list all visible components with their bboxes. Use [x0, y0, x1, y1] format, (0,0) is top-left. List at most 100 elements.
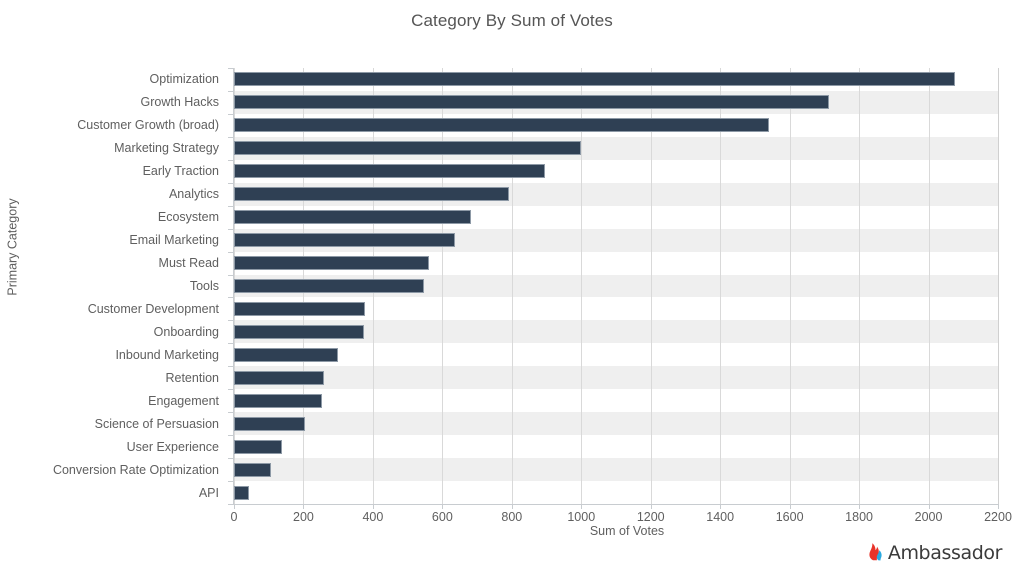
gridline — [790, 68, 791, 504]
y-axis-tick-label: Growth Hacks — [0, 95, 227, 109]
y-axis-tick-mark — [228, 206, 233, 207]
x-axis-tick-label: 1400 — [706, 510, 734, 524]
y-axis-tick-mark — [228, 275, 233, 276]
chart-container: Category By Sum of Votes Primary Categor… — [0, 0, 1024, 576]
y-axis-tick-label: Retention — [0, 371, 227, 385]
y-axis-tick-mark — [228, 343, 233, 344]
y-axis-tick-mark — [228, 252, 233, 253]
y-axis-tick-label: Science of Persuasion — [0, 417, 227, 431]
x-axis-tick-mark — [929, 504, 930, 509]
y-axis-tick-label: Must Read — [0, 256, 227, 270]
y-axis-tick-label: Engagement — [0, 394, 227, 408]
y-axis-tick-label: Analytics — [0, 187, 227, 201]
y-axis-tick-label: Early Traction — [0, 164, 227, 178]
x-axis-title: Sum of Votes — [0, 524, 1024, 538]
bar[interactable] — [234, 118, 769, 132]
gridline — [929, 68, 930, 504]
x-axis-tick-mark — [859, 504, 860, 509]
y-axis-tick-mark — [228, 481, 233, 482]
y-axis-tick-label: Email Marketing — [0, 233, 227, 247]
x-axis-tick-mark — [651, 504, 652, 509]
plot-area — [234, 68, 998, 504]
x-axis-tick-label: 1200 — [637, 510, 665, 524]
flame-icon — [868, 540, 885, 566]
x-axis-tick-label: 1600 — [776, 510, 804, 524]
y-axis-tick-mark — [228, 137, 233, 138]
x-axis-tick-label: 2000 — [915, 510, 943, 524]
bar[interactable] — [234, 348, 338, 362]
y-axis-tick-label: API — [0, 486, 227, 500]
y-axis-tick-mark — [228, 412, 233, 413]
chart-title: Category By Sum of Votes — [0, 11, 1024, 31]
bar[interactable] — [234, 279, 424, 293]
x-axis-tick-label: 400 — [362, 510, 383, 524]
x-axis-tick-mark — [581, 504, 582, 509]
bar[interactable] — [234, 95, 829, 109]
bar[interactable] — [234, 256, 429, 270]
y-axis-tick-mark — [228, 320, 233, 321]
ambassador-logo: Ambassador — [868, 540, 1002, 566]
gridline — [581, 68, 582, 504]
row-band — [234, 412, 998, 435]
bar[interactable] — [234, 164, 545, 178]
x-axis-tick-label: 2200 — [984, 510, 1012, 524]
y-axis-tick-mark — [228, 160, 233, 161]
bar[interactable] — [234, 187, 509, 201]
y-axis-line — [233, 68, 234, 504]
bar[interactable] — [234, 72, 955, 86]
x-axis-tick-mark — [998, 504, 999, 509]
gridline — [651, 68, 652, 504]
y-axis-tick-label: Inbound Marketing — [0, 348, 227, 362]
bar[interactable] — [234, 417, 305, 431]
bar[interactable] — [234, 440, 282, 454]
bar[interactable] — [234, 463, 271, 477]
y-axis-tick-label: Tools — [0, 279, 227, 293]
gridline — [512, 68, 513, 504]
y-axis-tick-mark — [228, 229, 233, 230]
row-band — [234, 458, 998, 481]
y-axis-tick-mark — [228, 91, 233, 92]
gridline — [720, 68, 721, 504]
y-axis-tick-label: Ecosystem — [0, 210, 227, 224]
y-axis-tick-label: User Experience — [0, 440, 227, 454]
bar[interactable] — [234, 394, 322, 408]
y-axis-tick-mark — [228, 297, 233, 298]
y-axis-tick-mark — [228, 68, 233, 69]
y-axis-tick-label: Marketing Strategy — [0, 141, 227, 155]
gridline — [859, 68, 860, 504]
y-axis-tick-mark — [228, 435, 233, 436]
y-axis-tick-mark — [228, 458, 233, 459]
x-axis-tick-label: 1000 — [567, 510, 595, 524]
x-axis-tick-label: 1800 — [845, 510, 873, 524]
y-axis-tick-mark — [228, 366, 233, 367]
x-axis-tick-mark — [790, 504, 791, 509]
y-axis-tick-mark — [228, 389, 233, 390]
row-band — [234, 366, 998, 389]
gridline — [442, 68, 443, 504]
y-axis-tick-mark — [228, 114, 233, 115]
y-axis-tick-label: Optimization — [0, 72, 227, 86]
y-axis-tick-mark — [228, 183, 233, 184]
bar[interactable] — [234, 233, 455, 247]
x-axis-tick-label: 200 — [293, 510, 314, 524]
bar[interactable] — [234, 141, 581, 155]
x-axis-tick-mark — [373, 504, 374, 509]
x-axis-tick-mark — [720, 504, 721, 509]
x-axis-tick-label: 0 — [231, 510, 238, 524]
x-axis-tick-label: 800 — [501, 510, 522, 524]
x-axis-tick-label: 600 — [432, 510, 453, 524]
x-axis-tick-mark — [512, 504, 513, 509]
bar[interactable] — [234, 210, 471, 224]
y-axis-tick-label: Customer Growth (broad) — [0, 118, 227, 132]
bar[interactable] — [234, 302, 365, 316]
bar[interactable] — [234, 371, 324, 385]
y-axis-tick-label: Customer Development — [0, 302, 227, 316]
y-axis-tick-label: Conversion Rate Optimization — [0, 463, 227, 477]
gridline — [998, 68, 999, 504]
brand-name: Ambassador — [888, 542, 1002, 564]
x-axis-tick-mark — [234, 504, 235, 509]
bar[interactable] — [234, 325, 364, 339]
bar[interactable] — [234, 486, 249, 500]
y-axis-tick-label: Onboarding — [0, 325, 227, 339]
x-axis-line — [233, 504, 999, 505]
